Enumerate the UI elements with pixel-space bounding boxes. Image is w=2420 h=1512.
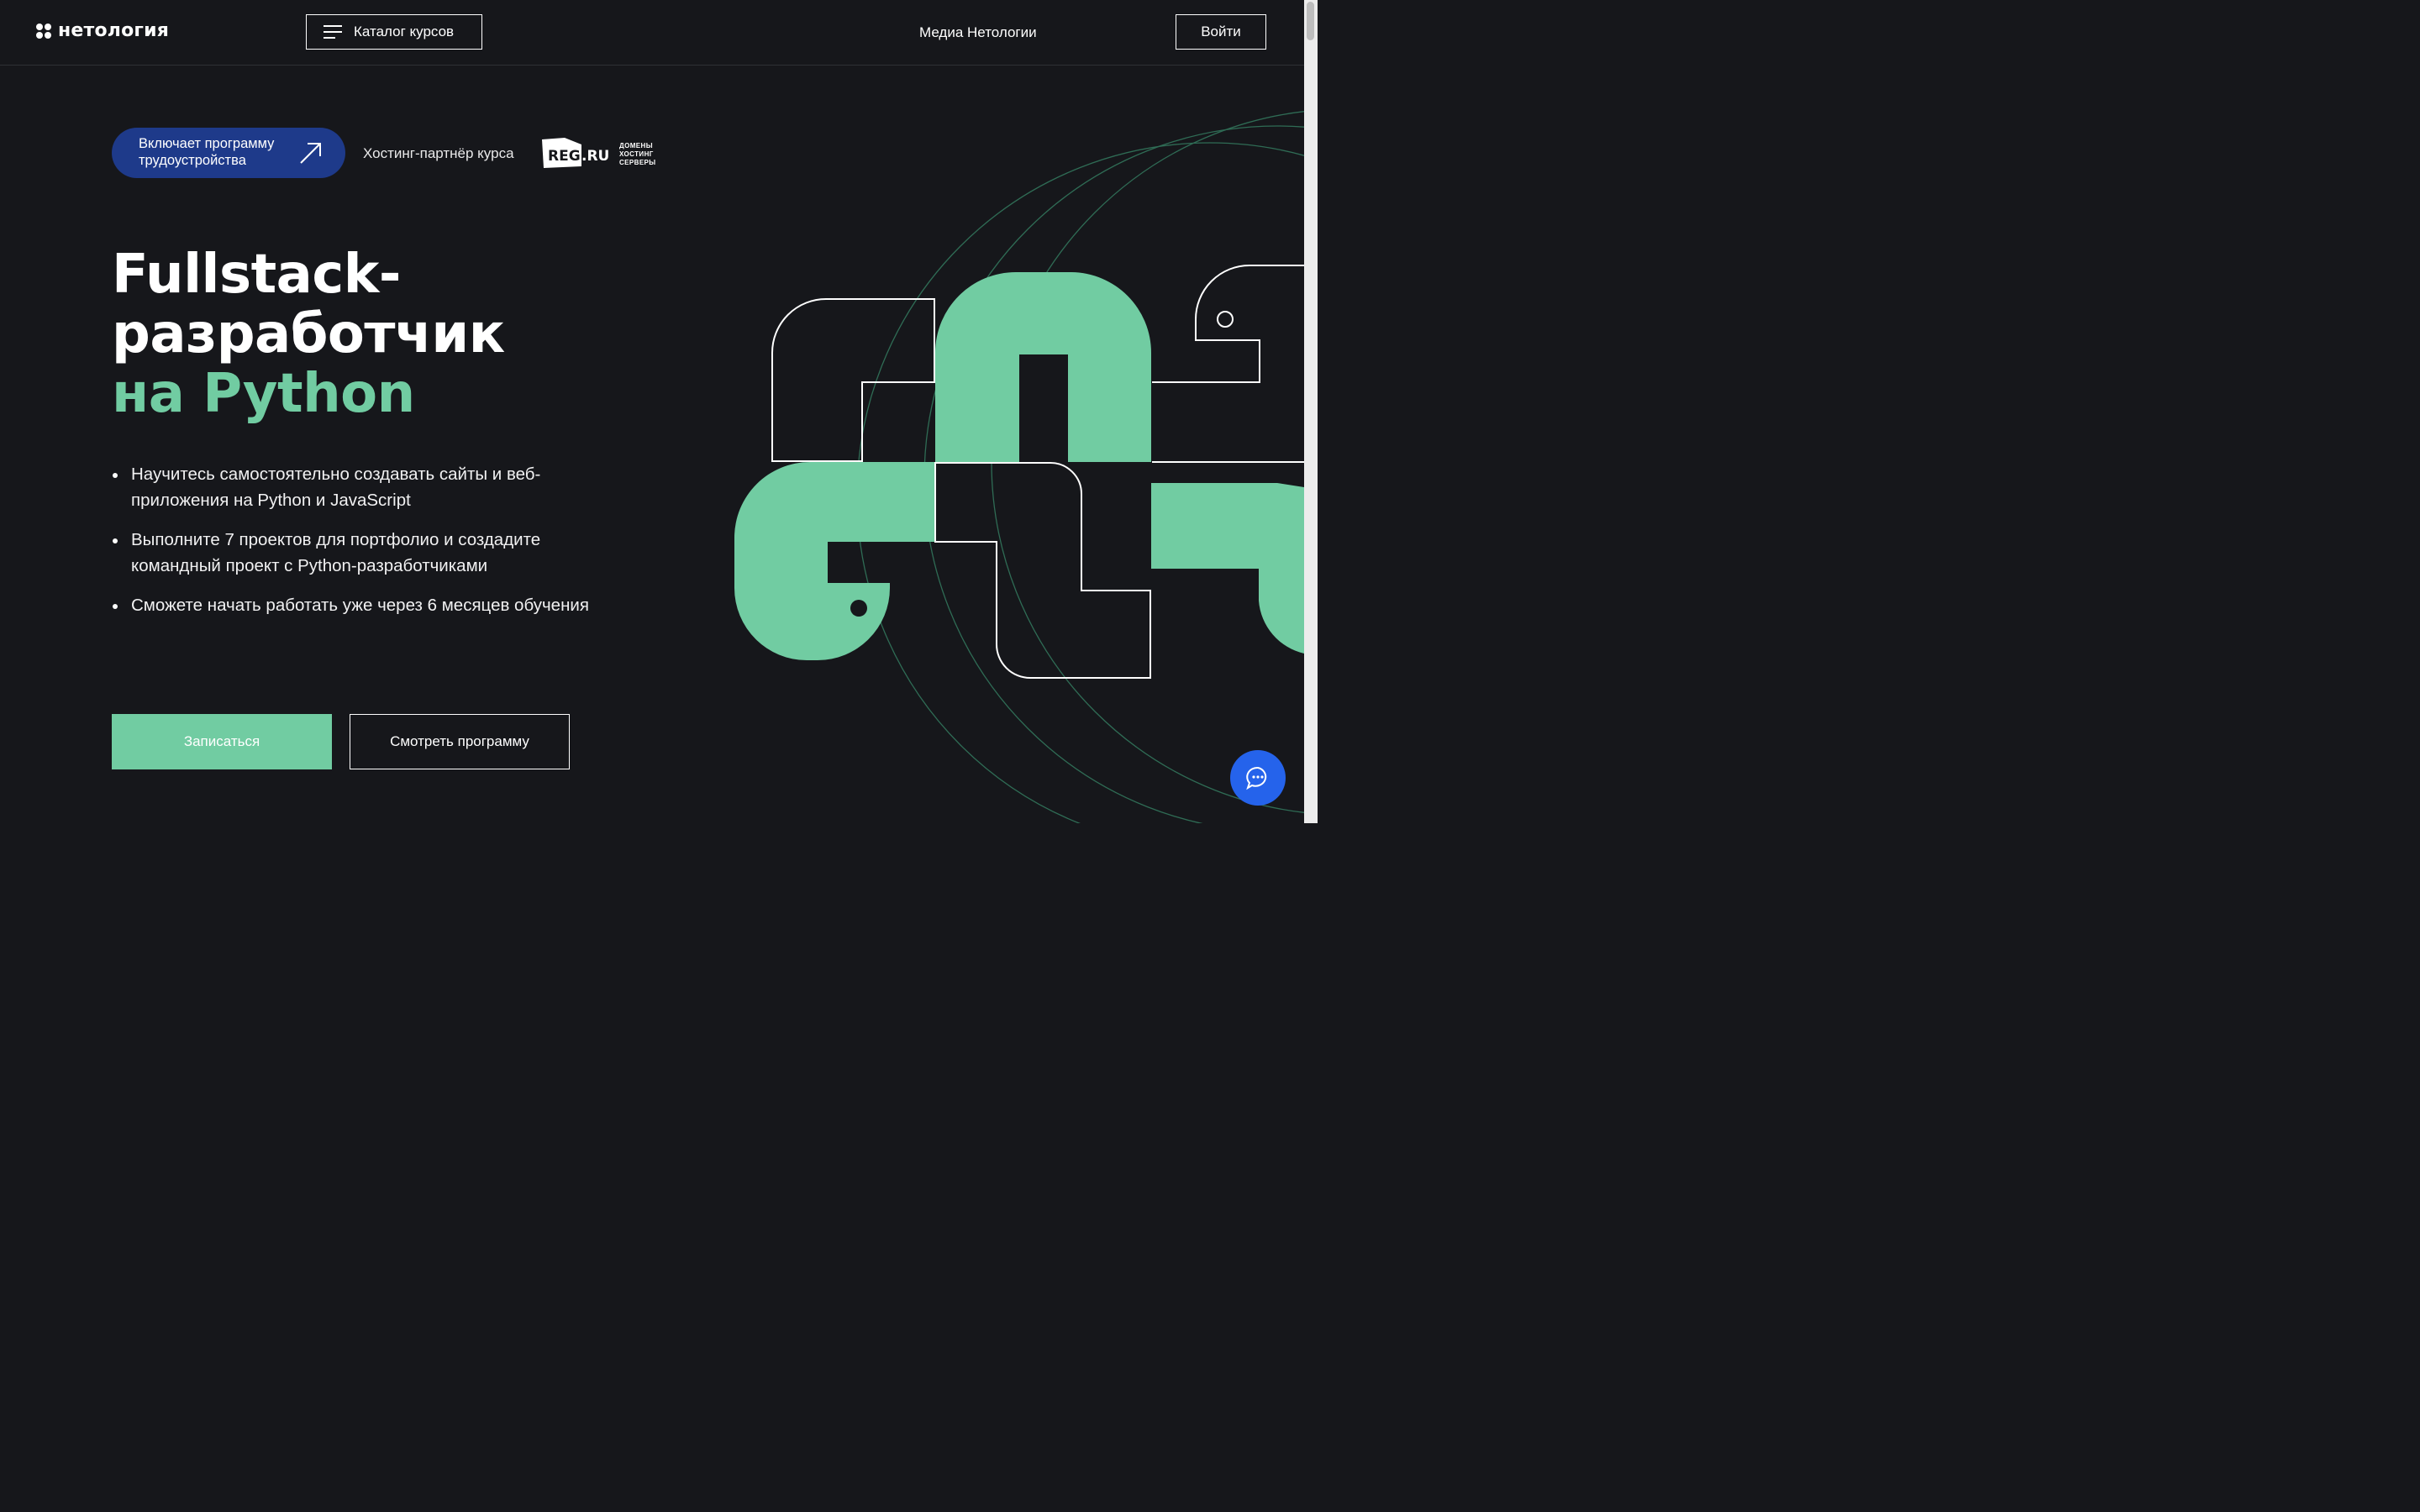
hosting-partner-label: Хостинг-партнёр курса bbox=[363, 145, 514, 161]
reg-tag-servers: СЕРВЕРЫ bbox=[619, 159, 656, 166]
benefits-list: Научитесь самостоятельно создавать сайты… bbox=[112, 462, 608, 633]
catalog-button-label: Каталог курсов bbox=[354, 24, 455, 39]
benefit-item: Сможете начать работать уже через 6 меся… bbox=[112, 593, 608, 619]
title-line-3: на Python bbox=[112, 363, 415, 425]
chat-button[interactable] bbox=[1230, 750, 1286, 806]
reg-logo-suffix: .RU bbox=[581, 148, 609, 165]
catalog-button[interactable]: Каталог курсов bbox=[306, 14, 482, 50]
enroll-button[interactable]: Записаться bbox=[112, 714, 332, 769]
site-header: нетология Каталог курсов Медиа Нетологии… bbox=[0, 0, 1304, 66]
logo-text: нетология bbox=[58, 20, 170, 41]
arrow-up-right-icon bbox=[300, 143, 321, 164]
reg-ru-tagline: ДОМЕНЫ ХОСТИНГ СЕРВЕРЫ bbox=[619, 142, 656, 167]
login-button[interactable]: Войти bbox=[1176, 14, 1266, 50]
scrollbar-track[interactable] bbox=[1304, 0, 1318, 823]
media-link[interactable]: Медиа Нетологии bbox=[919, 24, 1037, 41]
burger-icon bbox=[324, 25, 342, 39]
reg-tag-hosting: ХОСТИНГ bbox=[619, 150, 654, 158]
reg-ru-logo: REG .RU bbox=[542, 138, 609, 168]
title-line-2: разработчик bbox=[112, 303, 505, 365]
page-title: Fullstack- разработчик на Python bbox=[112, 245, 505, 424]
view-program-button[interactable]: Смотреть программу bbox=[350, 714, 570, 769]
benefit-item: Научитесь самостоятельно создавать сайты… bbox=[112, 462, 608, 513]
benefit-item: Выполните 7 проектов для портфолио и соз… bbox=[112, 528, 608, 579]
title-line-1: Fullstack- bbox=[112, 244, 401, 306]
chat-bubble-icon bbox=[1246, 766, 1267, 790]
reg-tag-domains: ДОМЕНЫ bbox=[619, 142, 653, 150]
page-root: нетология Каталог курсов Медиа Нетологии… bbox=[0, 0, 1318, 823]
logo[interactable]: нетология bbox=[36, 20, 169, 41]
logo-icon bbox=[36, 23, 51, 39]
reg-logo-text: REG bbox=[548, 148, 581, 165]
scrollbar-thumb[interactable] bbox=[1307, 2, 1314, 40]
